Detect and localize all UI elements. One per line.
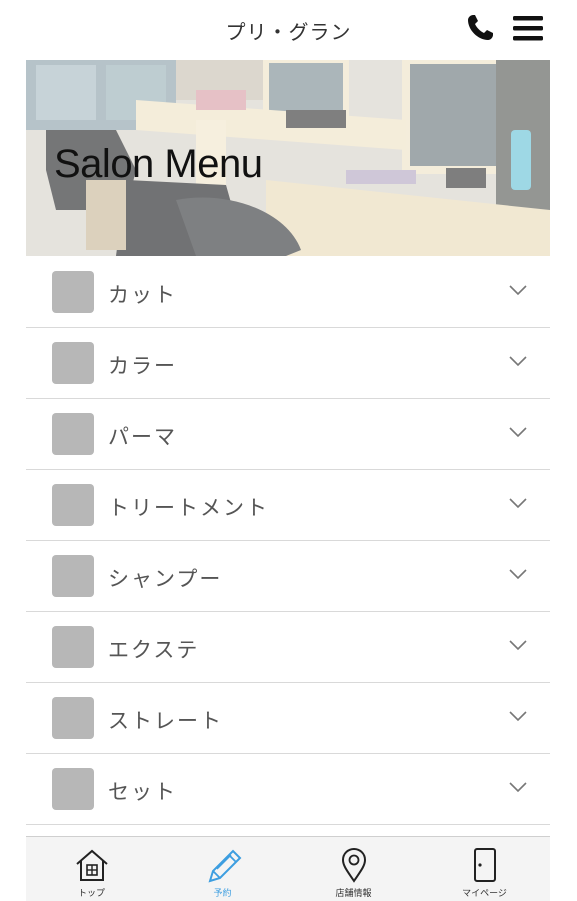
salon-menu-list: カット カラー パーマ トリートメント シャンプー エクステ ストレート セット: [26, 257, 550, 825]
location-pin-icon: [341, 847, 367, 883]
hamburger-menu-icon: [513, 16, 543, 41]
menu-item-thumbnail: [52, 484, 94, 526]
menu-item-color[interactable]: カラー: [26, 328, 550, 399]
menu-item-treatment[interactable]: トリートメント: [26, 470, 550, 541]
menu-item-thumbnail: [52, 626, 94, 668]
tab-shop-info[interactable]: 店舗情報: [288, 837, 419, 901]
tab-top[interactable]: トップ: [26, 837, 157, 901]
tab-label: トップ: [77, 889, 105, 899]
menu-item-cut[interactable]: カット: [26, 257, 550, 328]
tab-label: マイページ: [462, 889, 507, 899]
menu-item-thumbnail: [52, 342, 94, 384]
menu-item-label: ストレート: [108, 709, 223, 733]
menu-item-set[interactable]: セット: [26, 754, 550, 825]
tab-reserve[interactable]: 予約: [157, 837, 288, 901]
home-icon: [76, 849, 108, 881]
door-icon: [474, 848, 496, 882]
tab-mypage[interactable]: マイページ: [419, 837, 550, 901]
chevron-down-icon: [509, 498, 527, 509]
menu-item-label: カラー: [108, 354, 177, 378]
chevron-down-icon: [509, 427, 527, 438]
menu-item-thumbnail: [52, 697, 94, 739]
hero-title: Salon Menu: [54, 142, 263, 186]
menu-item-thumbnail: [52, 768, 94, 810]
menu-item-extension[interactable]: エクステ: [26, 612, 550, 683]
app-header: プリ・グラン: [0, 0, 577, 58]
bottom-tab-bar: トップ 予約 店舗情報 マイページ: [26, 836, 550, 901]
menu-item-thumbnail: [52, 555, 94, 597]
menu-item-label: シャンプー: [108, 567, 223, 591]
salon-hero-banner: Salon Menu: [26, 60, 550, 256]
menu-item-label: エクステ: [108, 638, 200, 662]
tab-label: 店舗情報: [335, 889, 372, 899]
menu-item-label: カット: [108, 283, 177, 307]
chevron-down-icon: [509, 285, 527, 296]
menu-item-label: パーマ: [108, 425, 177, 449]
menu-item-thumbnail: [52, 271, 94, 313]
menu-item-label: トリートメント: [108, 496, 269, 520]
chevron-down-icon: [509, 782, 527, 793]
menu-item-label: セット: [108, 780, 177, 804]
chevron-down-icon: [509, 640, 527, 651]
menu-item-thumbnail: [52, 413, 94, 455]
menu-item-straight[interactable]: ストレート: [26, 683, 550, 754]
menu-item-shampoo[interactable]: シャンプー: [26, 541, 550, 612]
menu-item-perm[interactable]: パーマ: [26, 399, 550, 470]
pencil-icon: [208, 849, 242, 883]
phone-button[interactable]: [464, 12, 496, 44]
tab-label: 予約: [213, 889, 232, 899]
chevron-down-icon: [509, 569, 527, 580]
chevron-down-icon: [509, 356, 527, 367]
phone-icon: [468, 15, 493, 40]
hamburger-menu-button[interactable]: [511, 12, 545, 44]
chevron-down-icon: [509, 711, 527, 722]
